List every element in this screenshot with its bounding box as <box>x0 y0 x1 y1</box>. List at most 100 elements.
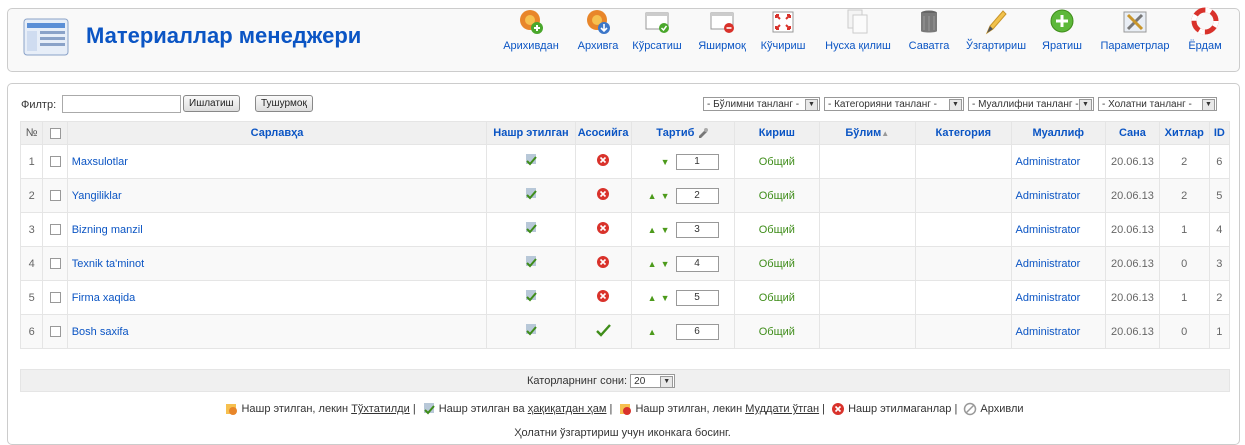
order-up-icon[interactable]: ▲ <box>648 293 657 303</box>
filter-input[interactable] <box>62 95 181 113</box>
select-all-checkbox[interactable] <box>49 127 61 139</box>
not-frontpage-icon[interactable] <box>596 187 610 201</box>
row-access-link[interactable]: Общий <box>759 258 795 270</box>
row-select[interactable] <box>42 246 68 281</box>
author-select[interactable]: - Муаллифни танланг - ▼ <box>968 97 1094 111</box>
row-access-link[interactable]: Общий <box>759 156 795 168</box>
row-access[interactable]: Общий <box>734 314 820 349</box>
archive-button[interactable]: Архивга <box>573 2 623 60</box>
col-title[interactable]: Сарлавҳа <box>66 121 488 145</box>
row-title-link[interactable]: Maxsulotlar <box>72 156 128 168</box>
row-checkbox[interactable] <box>49 258 61 270</box>
row-published[interactable] <box>486 314 576 349</box>
row-access-link[interactable]: Общий <box>759 326 795 338</box>
published-icon[interactable] <box>524 289 538 303</box>
row-access[interactable]: Общий <box>734 280 820 315</box>
row-access[interactable]: Общий <box>734 246 820 281</box>
save-order-icon[interactable] <box>697 127 709 139</box>
row-author-link[interactable]: Administrator <box>1016 224 1081 236</box>
col-date[interactable]: Сана <box>1105 121 1160 145</box>
row-published[interactable] <box>486 212 576 247</box>
row-title-link[interactable]: Firma xaqida <box>72 292 136 304</box>
row-select[interactable] <box>42 280 68 315</box>
row-frontpage[interactable] <box>574 246 632 281</box>
order-input[interactable]: 6 <box>675 323 719 340</box>
row-access[interactable]: Общий <box>734 212 820 247</box>
row-author-link[interactable]: Administrator <box>1016 258 1081 270</box>
col-access[interactable]: Кириш <box>734 121 820 145</box>
row-select[interactable] <box>42 144 68 179</box>
order-input[interactable]: 4 <box>675 255 719 272</box>
row-select[interactable] <box>42 314 68 349</box>
frontpage-check-icon[interactable] <box>595 323 612 337</box>
row-access[interactable]: Общий <box>734 178 820 213</box>
published-icon[interactable] <box>524 221 538 235</box>
row-frontpage[interactable] <box>574 212 632 247</box>
row-select[interactable] <box>42 178 68 213</box>
row-checkbox[interactable] <box>49 156 61 168</box>
order-input[interactable]: 5 <box>675 289 719 306</box>
row-title-link[interactable]: Bosh saxifa <box>72 326 129 338</box>
order-down-icon[interactable]: ▼ <box>661 293 670 303</box>
new-button[interactable]: Яратиш <box>1037 2 1087 60</box>
row-title-link[interactable]: Bizning manzil <box>72 224 143 236</box>
row-checkbox[interactable] <box>49 190 61 202</box>
state-select[interactable]: - Холатни танланг - ▼ <box>1098 97 1217 111</box>
row-published[interactable] <box>486 280 576 315</box>
col-published[interactable]: Нашр этилган <box>486 121 576 145</box>
not-frontpage-icon[interactable] <box>596 153 610 167</box>
filter-reset-button[interactable]: Тушурмоқ <box>255 95 313 112</box>
edit-button[interactable]: Ўзгартириш <box>962 2 1030 60</box>
col-author[interactable]: Муаллиф <box>1010 121 1107 145</box>
order-down-icon[interactable]: ▼ <box>661 191 670 201</box>
published-icon[interactable] <box>524 323 538 337</box>
row-checkbox[interactable] <box>49 224 61 236</box>
row-frontpage[interactable] <box>574 280 632 315</box>
params-button[interactable]: Параметрлар <box>1095 2 1175 60</box>
row-checkbox[interactable] <box>49 326 61 338</box>
row-author-link[interactable]: Administrator <box>1016 292 1081 304</box>
row-title-link[interactable]: Texnik ta'minot <box>72 258 144 270</box>
row-access-link[interactable]: Общий <box>759 224 795 236</box>
order-input[interactable]: 2 <box>675 187 719 204</box>
row-author-link[interactable]: Administrator <box>1016 190 1081 202</box>
row-title-link[interactable]: Yangiliklar <box>72 190 122 202</box>
published-icon[interactable] <box>524 153 538 167</box>
col-frontpage[interactable]: Асосийга <box>574 121 632 145</box>
order-up-icon[interactable]: ▲ <box>648 327 657 337</box>
row-checkbox[interactable] <box>49 292 61 304</box>
order-down-icon[interactable]: ▼ <box>661 157 670 167</box>
order-down-icon[interactable]: ▼ <box>661 225 670 235</box>
rows-per-page-select[interactable]: 20 ▼ <box>630 374 676 388</box>
order-down-icon[interactable]: ▼ <box>661 259 670 269</box>
col-category[interactable]: Категория <box>915 121 1012 145</box>
col-hits[interactable]: Хитлар <box>1158 121 1210 145</box>
row-select[interactable] <box>42 212 68 247</box>
publish-button[interactable]: Кўрсатиш <box>627 2 687 60</box>
order-up-icon[interactable]: ▲ <box>648 259 657 269</box>
row-published[interactable] <box>486 178 576 213</box>
order-input[interactable]: 3 <box>675 221 719 238</box>
col-id[interactable]: ID <box>1208 121 1231 145</box>
order-up-icon[interactable]: ▲ <box>648 225 657 235</box>
order-input[interactable]: 1 <box>675 153 719 170</box>
row-frontpage[interactable] <box>574 144 632 179</box>
row-published[interactable] <box>486 144 576 179</box>
row-author-link[interactable]: Administrator <box>1016 326 1081 338</box>
unpublish-button[interactable]: Яширмоқ <box>694 2 750 60</box>
move-button[interactable]: Кўчириш <box>755 2 811 60</box>
row-access-link[interactable]: Общий <box>759 190 795 202</box>
row-access-link[interactable]: Общий <box>759 292 795 304</box>
published-icon[interactable] <box>524 187 538 201</box>
filter-go-button[interactable]: Ишлатиш <box>183 95 240 112</box>
not-frontpage-icon[interactable] <box>596 255 610 269</box>
category-select[interactable]: - Категорияни танланг - ▼ <box>824 97 964 111</box>
published-icon[interactable] <box>524 255 538 269</box>
section-select[interactable]: - Бўлимни танланг - ▼ <box>703 97 820 111</box>
trash-button[interactable]: Саватга <box>904 2 954 60</box>
col-section[interactable]: Бўлим▲ <box>818 121 917 145</box>
not-frontpage-icon[interactable] <box>596 289 610 303</box>
help-button[interactable]: Ёрдам <box>1180 2 1230 60</box>
row-author-link[interactable]: Administrator <box>1016 156 1081 168</box>
copy-button[interactable]: Нусха қилиш <box>821 2 895 60</box>
